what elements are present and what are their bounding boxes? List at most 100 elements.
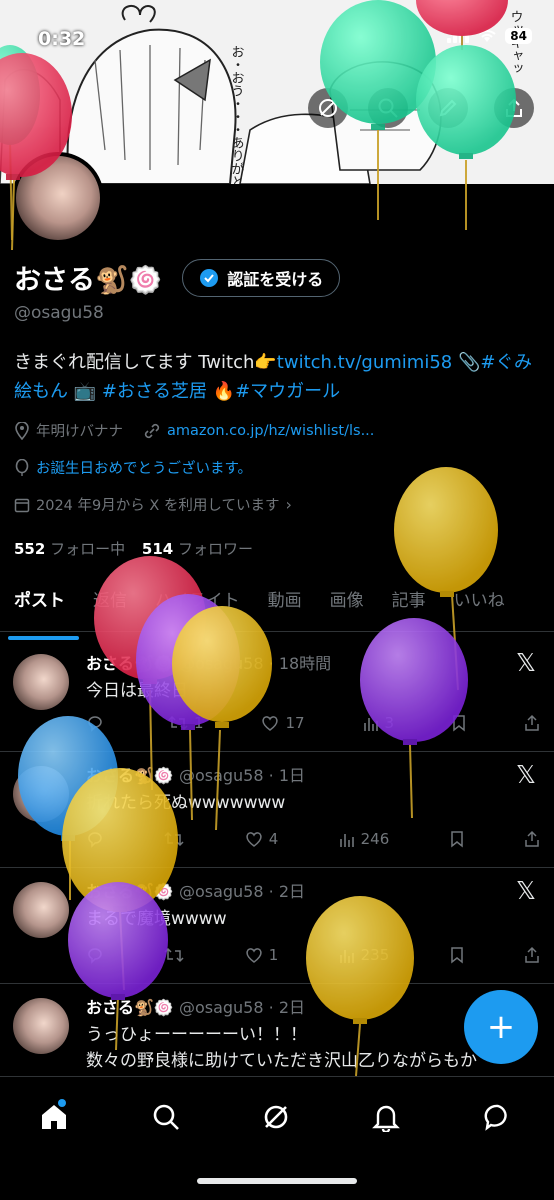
share-icon [525,830,539,847]
views-icon [363,718,378,731]
post-avatar[interactable] [13,654,69,710]
pencil-icon [439,99,457,117]
post-actions: 1 17 3 [86,714,540,732]
post-avatar[interactable] [13,766,69,822]
repost-icon [164,947,184,963]
verify-button[interactable]: 認証を受ける [182,258,341,297]
post-item[interactable]: おさる🐒🍥 @osagu58 · 1日 𝕏 折れたら死ぬwwwwwww 4 24… [0,752,554,868]
post-actions: 4 246 [86,830,540,848]
tab-highlights[interactable]: ハイライト [141,580,254,631]
like-count: 17 [285,714,305,732]
joined-text: 2024 年9月から X を利用しています [36,498,280,514]
views-icon [339,834,354,847]
grok-icon [319,99,337,117]
nav-messages[interactable] [478,1097,518,1137]
share-button[interactable] [524,714,540,732]
repost-button[interactable]: 1 [168,714,204,732]
post-text-line-2: 数々の野良様に助けていただき沢山乙りながらもか [86,1051,477,1071]
home-icon [42,1105,66,1129]
share-button[interactable] [524,830,540,848]
bio-emoji-tv: 📺 [68,381,102,402]
post-avatar[interactable] [13,998,69,1054]
home-indicator [197,1178,357,1184]
repost-button[interactable] [164,946,184,964]
views-button[interactable]: 3 [363,714,394,732]
reply-button[interactable] [86,830,104,848]
tab-likes[interactable]: いいね [440,580,519,631]
x-logo-icon[interactable]: 𝕏 [516,648,536,677]
post-time: 2日 [278,882,305,901]
x-logo-icon[interactable]: 𝕏 [516,760,536,789]
nav-search[interactable] [146,1097,186,1137]
nav-grok[interactable] [256,1097,296,1137]
bookmark-icon [450,831,463,848]
like-button[interactable]: 17 [261,714,305,732]
compose-button[interactable]: + [464,990,538,1064]
bell-icon [372,1105,400,1132]
messages-icon [484,1104,507,1131]
verified-badge-icon [200,268,219,287]
bookmark-icon [450,947,463,964]
nav-home[interactable] [34,1097,74,1137]
website-link[interactable]: amazon.co.jp/hz/wishlist/ls... [167,423,374,439]
name-row: おさる🐒🍥 認証を受ける [14,258,341,297]
views-button[interactable]: 235 [339,946,389,964]
nav-notifications[interactable] [366,1097,406,1137]
reply-button[interactable] [86,714,110,732]
calendar-icon [14,498,30,512]
x-logo-icon[interactable]: 𝕏 [516,876,536,905]
followers-count: 514 [141,540,174,558]
bio-hashtag-3[interactable]: #マウガール [235,381,340,402]
notification-dot [58,1099,66,1107]
tab-images[interactable]: 画像 [316,580,378,631]
bookmark-button[interactable] [450,946,464,964]
heart-icon [246,948,262,963]
post-avatar[interactable] [13,882,69,938]
views-button[interactable]: 246 [339,830,389,848]
grok-header-button[interactable] [308,88,348,128]
views-icon [339,950,354,963]
post-item[interactable]: おさる🐒🍥 @osagu58 · 2日 𝕏 まるで魔境wwww 1 235 [0,868,554,984]
post-item[interactable]: おさる🐒🍥 @osagu58 · 18時間 𝕏 今日は最終日 1 17 3 [0,640,554,752]
plus-icon: + [486,1007,516,1047]
tab-articles[interactable]: 記事 [378,580,440,631]
repost-icon [168,715,188,731]
edit-header-button[interactable] [428,88,468,128]
tab-replies[interactable]: 返信 [79,580,141,631]
share-button[interactable] [524,946,540,964]
wifi-icon [478,30,496,42]
profile-avatar[interactable] [12,152,104,244]
repost-count: 1 [193,714,204,732]
heart-icon [246,832,262,847]
birthday-text: お誕生日おめでとうございます。 [36,461,253,477]
post-handle: @osagu58 [178,882,264,901]
post-handle: @osagu58 [178,998,264,1017]
like-button[interactable]: 4 [245,830,278,848]
following-link[interactable]: 552 フォロー中 [14,540,125,558]
bookmark-button[interactable] [450,830,464,848]
share-icon [525,714,539,731]
search-header-button[interactable] [368,88,408,128]
search-icon [153,1104,179,1130]
heart-icon [262,716,279,731]
status-icons: 84 [447,28,532,44]
post-author-name: おさる🐒🍥 [86,998,174,1017]
chevron-right-icon: › [285,495,292,514]
tab-videos[interactable]: 動画 [254,580,316,631]
location-text: 年明けバナナ [36,424,123,440]
banner-speech-1: お・おう・・・ありがとう・・・ [229,45,245,184]
bio-hashtag-2[interactable]: #おさる芝居 [102,381,207,402]
followers-link[interactable]: 514 フォロワー [142,540,253,558]
tab-posts[interactable]: ポスト [0,580,79,640]
like-button[interactable]: 1 [245,946,278,964]
share-icon [525,946,539,963]
joined-row[interactable]: 2024 年9月から X を利用しています › [14,494,292,515]
share-icon [506,98,522,117]
share-header-button[interactable] [494,88,534,128]
location-icon [15,421,29,440]
bookmark-button[interactable] [452,714,466,732]
repost-button[interactable] [164,830,184,848]
bio-twitch-link[interactable]: twitch.tv/gumimi58 [277,352,452,373]
reply-button[interactable] [86,946,104,964]
reply-icon [88,716,102,732]
